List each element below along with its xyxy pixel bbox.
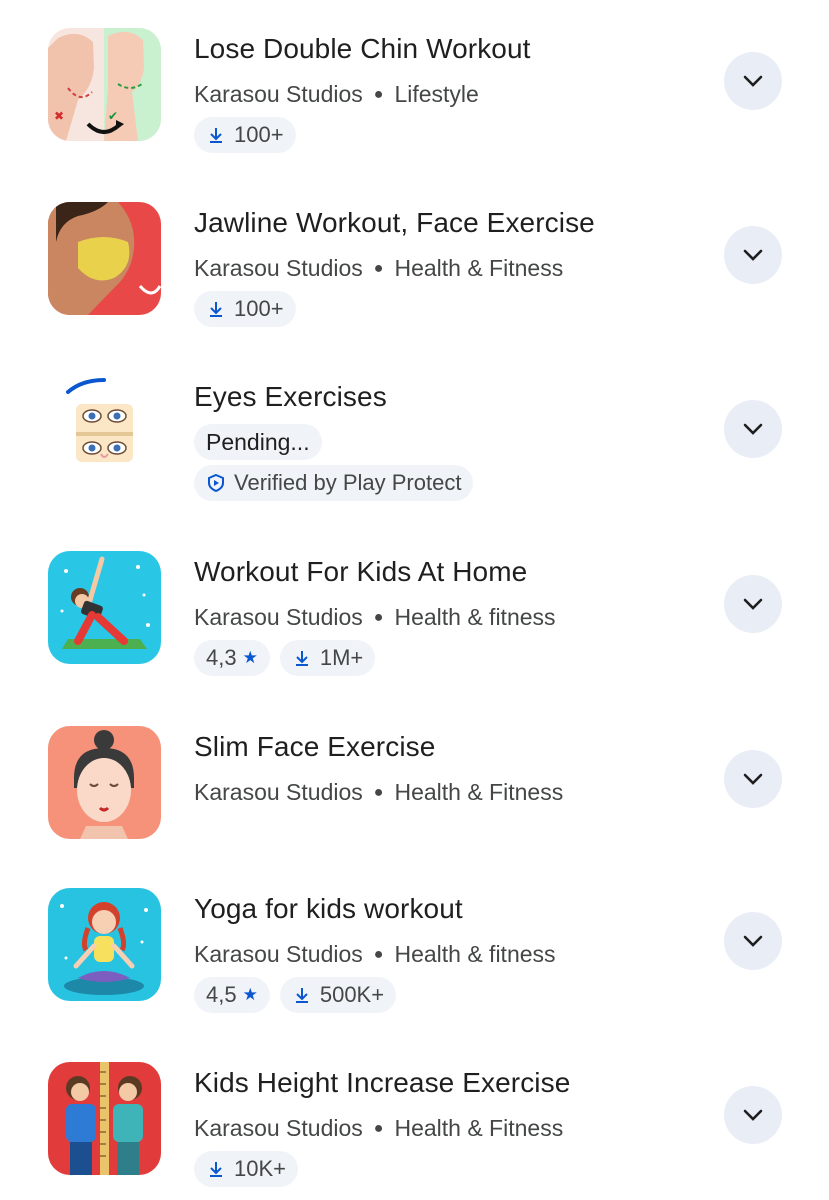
chevron-down-icon [743, 423, 763, 435]
jawline-man-icon [48, 202, 161, 315]
play-protect-label: Verified by Play Protect [234, 470, 462, 495]
separator-dot: ● [373, 946, 384, 963]
app-category: Health & Fitness [394, 1115, 564, 1141]
separator-dot: ● [373, 260, 384, 277]
rating-value: 4,5 [206, 982, 237, 1007]
downloads-chip: 100+ [194, 117, 296, 153]
app-list-item-eyes-exercises[interactable]: Eyes Exercises Pending... Verified by Pl… [0, 348, 829, 508]
separator-dot: ● [373, 784, 384, 801]
app-list-item-kids-height[interactable]: Kids Height Increase Exercise Karasou St… [0, 1034, 829, 1194]
app-title: Workout For Kids At Home [194, 556, 528, 587]
kids-workout-icon [48, 551, 161, 664]
app-title: Lose Double Chin Workout [194, 33, 531, 64]
app-title: Kids Height Increase Exercise [194, 1067, 571, 1098]
play-protect-shield-icon [208, 473, 224, 493]
developer-name: Karasou Studios [194, 255, 363, 281]
expand-button[interactable] [724, 575, 782, 633]
separator-dot: ● [373, 86, 384, 103]
chevron-down-icon [743, 1109, 763, 1121]
rating-chip: 4,3 ★ [194, 640, 270, 676]
expand-button[interactable] [724, 912, 782, 970]
developer-name: Karasou Studios [194, 81, 363, 107]
app-category: Health & Fitness [394, 779, 564, 805]
status-chips: Pending... [194, 424, 322, 460]
downloads-count: 100+ [234, 296, 284, 321]
kids-yoga-girl-icon [48, 888, 161, 1001]
download-icon [210, 302, 222, 317]
app-list-item-workout-for-kids[interactable]: Workout For Kids At Home Karasou Studios… [0, 523, 829, 683]
app-list-item-jawline-workout[interactable]: Jawline Workout, Face Exercise Karasou S… [0, 174, 829, 334]
downloads-chip: 10K+ [194, 1151, 298, 1187]
app-subtitle: Karasou Studios ● Lifestyle [194, 81, 479, 108]
app-category: Lifestyle [394, 81, 479, 107]
expand-button[interactable] [724, 400, 782, 458]
app-subtitle: Karasou Studios ● Health & Fitness [194, 779, 563, 806]
app-category: Health & Fitness [394, 255, 564, 281]
app-subtitle: Karasou Studios ● Health & Fitness [194, 255, 563, 282]
star-icon: ★ [242, 648, 258, 667]
developer-name: Karasou Studios [194, 1115, 363, 1141]
app-subtitle: Karasou Studios ● Health & fitness [194, 941, 556, 968]
app-chips: 100+ [194, 291, 296, 327]
pending-status: Pending... [194, 424, 322, 460]
chevron-down-icon [743, 935, 763, 947]
app-title: Eyes Exercises [194, 381, 387, 412]
downloads-chip: 1M+ [279, 640, 376, 676]
app-chips: 100+ [194, 117, 296, 153]
separator-dot: ● [373, 609, 384, 626]
downloads-count: 1M+ [319, 645, 364, 670]
downloads-count: 500K+ [319, 982, 385, 1007]
separator-dot: ● [373, 1120, 384, 1137]
app-subtitle: Karasou Studios ● Health & fitness [194, 604, 556, 631]
play-protect-chip: Verified by Play Protect [194, 465, 474, 501]
svg-text:✖: ✖ [54, 109, 64, 123]
app-list-item-yoga-for-kids[interactable]: Yoga for kids workout Karasou Studios ● He… [0, 860, 829, 1020]
expand-button[interactable] [724, 1086, 782, 1144]
app-list-item-slim-face[interactable]: Slim Face Exercise Karasou Studios ● Healt… [0, 698, 829, 858]
protect-chips: Verified by Play Protect [194, 465, 474, 501]
developer-name: Karasou Studios [194, 779, 363, 805]
developer-name: Karasou Studios [194, 941, 363, 967]
downloads-chip: 500K+ [279, 977, 397, 1013]
app-title: Slim Face Exercise [194, 731, 436, 762]
download-icon [210, 1162, 222, 1177]
slim-face-woman-icon [48, 726, 161, 839]
app-subtitle: Karasou Studios ● Health & Fitness [194, 1115, 563, 1142]
eyes-exercise-icon [48, 376, 161, 489]
downloads-chip: 100+ [194, 291, 296, 327]
expand-button[interactable] [724, 226, 782, 284]
chevron-down-icon [743, 773, 763, 785]
rating-chip: 4,5 ★ [194, 977, 270, 1013]
download-icon [210, 128, 222, 143]
expand-button[interactable] [724, 750, 782, 808]
double-chin-face-icon: ✖ ✔ [48, 28, 161, 141]
kids-height-measure-icon [48, 1062, 161, 1175]
developer-name: Karasou Studios [194, 604, 363, 630]
app-category: Health & fitness [394, 604, 556, 630]
app-category: Health & fitness [394, 941, 556, 967]
download-icon [295, 651, 308, 666]
app-title: Yoga for kids workout [194, 893, 463, 924]
chevron-down-icon [743, 598, 763, 610]
star-icon: ★ [242, 985, 258, 1004]
app-chips: 4,5 ★ 500K+ [194, 977, 397, 1013]
chevron-down-icon [743, 75, 763, 87]
app-list-item-lose-double-chin[interactable]: ✖ ✔ Lose Double Chin Workout Karasou Stu… [0, 0, 829, 160]
downloads-count: 100+ [234, 122, 284, 147]
expand-button[interactable] [724, 52, 782, 110]
app-chips: 4,3 ★ 1M+ [194, 640, 376, 676]
chevron-down-icon [743, 249, 763, 261]
app-title: Jawline Workout, Face Exercise [194, 207, 595, 238]
download-icon [295, 988, 308, 1003]
downloads-count: 10K+ [234, 1156, 286, 1181]
app-chips: 10K+ [194, 1151, 298, 1187]
rating-value: 4,3 [206, 645, 237, 670]
